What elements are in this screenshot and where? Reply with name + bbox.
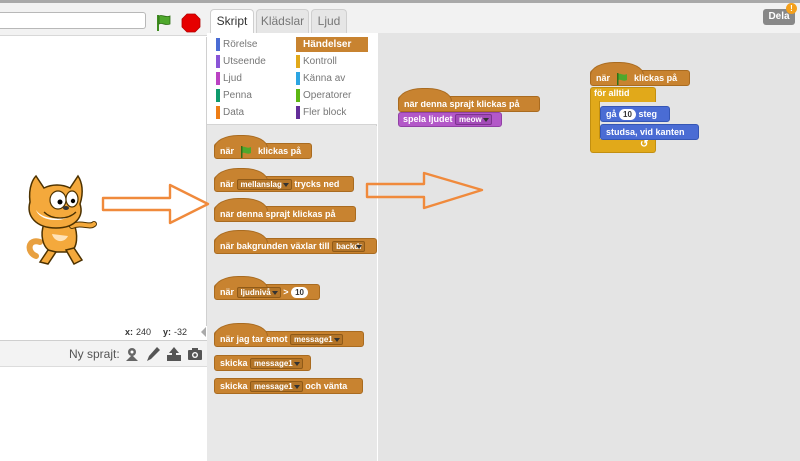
- script-when-flag-clicked-block[interactable]: när klickas på: [590, 62, 690, 86]
- tab-sounds[interactable]: Ljud: [311, 9, 347, 33]
- palette-when-receive-block[interactable]: när jag tar emot message1: [214, 323, 364, 347]
- camera-icon[interactable]: [186, 345, 204, 363]
- category-control[interactable]: Kontroll: [296, 54, 368, 69]
- tab-costumes[interactable]: Klädslar: [256, 9, 309, 33]
- forever-label: för alltid: [594, 88, 630, 98]
- x-coordinate: x: 240: [125, 327, 152, 337]
- loop-arrow-icon: ↺: [640, 139, 649, 150]
- annotation-arrow-icon: [101, 183, 210, 225]
- palette-when-flag-clicked-block[interactable]: när klickas på: [214, 135, 312, 159]
- move-steps-block[interactable]: gå 10 steg: [600, 106, 670, 122]
- sound-dropdown[interactable]: meow: [455, 114, 492, 126]
- palette-when-backdrop-switches-block[interactable]: när bakgrunden växlar till backdr: [214, 230, 377, 254]
- green-flag-icon: [616, 72, 627, 85]
- y-coordinate: y: -32: [163, 327, 188, 337]
- green-flag-icon[interactable]: [154, 13, 174, 33]
- category-list: Rörelse Händelser Utseende Kontroll Ljud…: [207, 33, 377, 125]
- sprite-library-icon[interactable]: [123, 345, 141, 363]
- stage-header: [0, 3, 207, 36]
- palette-broadcast-and-wait-block[interactable]: skicka message1 och vänta: [214, 378, 363, 394]
- backdrop-dropdown[interactable]: backdr: [332, 241, 366, 253]
- scratch-editor: x: 240 y: -32 Ny sprajt: Skript Klädslar L…: [0, 0, 800, 461]
- share-notification-badge: !: [786, 3, 797, 14]
- sprite-pane[interactable]: [0, 368, 207, 461]
- key-dropdown[interactable]: mellanslag: [236, 179, 292, 191]
- palette-when-key-pressed-block[interactable]: när mellanslag trycks ned: [214, 168, 354, 192]
- cat-sprite-icon[interactable]: [22, 172, 97, 267]
- category-more-blocks[interactable]: Fler block: [296, 105, 368, 120]
- editor-tabs: Skript Klädslar Ljud: [207, 3, 800, 34]
- upload-sprite-icon[interactable]: [165, 345, 183, 363]
- message-dropdown[interactable]: message1: [290, 334, 343, 346]
- category-pen[interactable]: Penna: [216, 88, 288, 103]
- category-sensing[interactable]: Känna av: [296, 71, 368, 86]
- new-sprite-label: Ny sprajt:: [69, 347, 120, 361]
- script-when-sprite-clicked-block[interactable]: när denna sprajt klickas på: [398, 88, 540, 112]
- category-operators[interactable]: Operatorer: [296, 88, 368, 103]
- message-dropdown[interactable]: message1: [250, 358, 303, 370]
- play-sound-block[interactable]: spela ljudet meow: [398, 112, 502, 127]
- project-title-input[interactable]: [0, 12, 146, 29]
- steps-input[interactable]: 10: [619, 109, 636, 121]
- bounce-on-edge-block[interactable]: studsa, vid kanten: [600, 124, 699, 140]
- green-flag-icon: [240, 145, 251, 158]
- stop-icon[interactable]: [181, 13, 201, 33]
- category-data[interactable]: Data: [216, 105, 288, 120]
- tab-scripts[interactable]: Skript: [210, 9, 254, 34]
- palette-when-loudness-block[interactable]: när ljudnivå > 10: [214, 276, 320, 300]
- category-motion[interactable]: Rörelse: [216, 37, 288, 52]
- sensor-dropdown[interactable]: ljudnivå: [236, 287, 281, 299]
- collapse-palette-icon[interactable]: [200, 326, 207, 338]
- category-looks[interactable]: Utseende: [216, 54, 288, 69]
- mouse-coordinates: x: 240 y: -32: [0, 326, 207, 340]
- palette-when-sprite-clicked-block[interactable]: när denna sprajt klickas på: [214, 198, 356, 222]
- paint-sprite-icon[interactable]: [144, 345, 162, 363]
- loudness-value-input[interactable]: 10: [291, 287, 308, 299]
- new-sprite-bar: Ny sprajt:: [0, 340, 207, 367]
- message-dropdown[interactable]: message1: [250, 381, 303, 393]
- category-events[interactable]: Händelser: [296, 37, 368, 52]
- palette-broadcast-block[interactable]: skicka message1: [214, 355, 311, 371]
- category-sound[interactable]: Ljud: [216, 71, 288, 86]
- annotation-arrow-icon: [365, 171, 484, 210]
- new-sprite-tools: [123, 345, 207, 363]
